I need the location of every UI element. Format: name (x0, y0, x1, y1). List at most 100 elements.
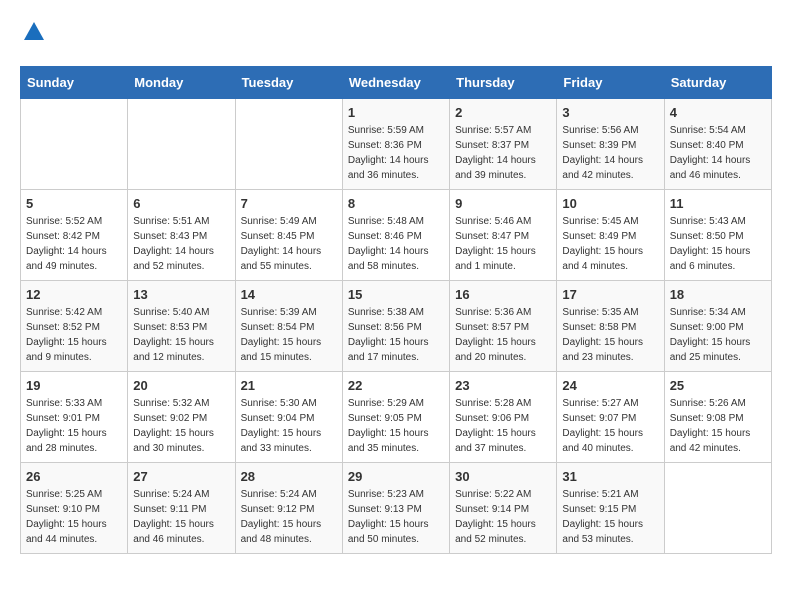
calendar-cell: 17Sunrise: 5:35 AMSunset: 8:58 PMDayligh… (557, 281, 664, 372)
calendar-cell: 16 Sunrise: 5:36 AMSunset: 8:57 PMDayligh… (450, 281, 557, 372)
page-header (20, 20, 772, 50)
day-info: Sunrise: 5:23 AMSunset: 9:13 PMDaylight:… (348, 487, 444, 547)
day-info: Sunrise: 5:56 AMSunset: 8:39 PMDaylight:… (562, 123, 658, 183)
calendar-cell: 9Sunrise: 5:46 AMSunset: 8:47 PMDaylight… (450, 190, 557, 281)
day-info: Sunrise: 5:52 AMSunset: 8:42 PMDaylight:… (26, 214, 122, 274)
calendar-cell: 23 Sunrise: 5:28 AMSunset: 9:06 PMDayligh… (450, 372, 557, 463)
day-info: Sunrise: 5:51 AMSunset: 8:43 PMDaylight:… (133, 214, 229, 274)
day-number: 27 (133, 469, 229, 484)
calendar-cell: 2 Sunrise: 5:57 AMSunset: 8:37 PMDaylight… (450, 99, 557, 190)
day-info: Sunrise: 5:46 AMSunset: 8:47 PMDaylight:… (455, 214, 551, 274)
logo (20, 20, 46, 50)
day-info: Sunrise: 5:54 AMSunset: 8:40 PMDaylight:… (670, 123, 766, 183)
calendar-week-row: 19 Sunrise: 5:33 AMSunset: 9:01 PMDayligh… (21, 372, 772, 463)
day-number: 23 (455, 378, 551, 393)
day-info: Sunrise: 5:27 AMSunset: 9:07 PMDaylight:… (562, 396, 658, 456)
calendar-week-row: 5 Sunrise: 5:52 AMSunset: 8:42 PMDaylight… (21, 190, 772, 281)
day-number: 28 (241, 469, 337, 484)
day-number: 7 (241, 196, 337, 211)
calendar-cell: 26Sunrise: 5:25 AMSunset: 9:10 PMDayligh… (21, 463, 128, 554)
day-info: Sunrise: 5:39 AMSunset: 8:54 PMDaylight:… (241, 305, 337, 365)
calendar-cell: 29 Sunrise: 5:23 AMSunset: 9:13 PMDayligh… (342, 463, 449, 554)
logo-icon (22, 20, 46, 44)
day-info: Sunrise: 5:49 AMSunset: 8:45 PMDaylight:… (241, 214, 337, 274)
calendar-cell (21, 99, 128, 190)
day-number: 15 (348, 287, 444, 302)
calendar-cell: 31 Sunrise: 5:21 AMSunset: 9:15 PMDayligh… (557, 463, 664, 554)
day-info: Sunrise: 5:40 AMSunset: 8:53 PMDaylight:… (133, 305, 229, 365)
day-info: Sunrise: 5:34 AMSunset: 9:00 PMDaylight:… (670, 305, 766, 365)
day-number: 8 (348, 196, 444, 211)
day-number: 4 (670, 105, 766, 120)
day-number: 20 (133, 378, 229, 393)
day-number: 22 (348, 378, 444, 393)
calendar-cell: 4 Sunrise: 5:54 AMSunset: 8:40 PMDaylight… (664, 99, 771, 190)
weekday-header-thursday: Thursday (450, 67, 557, 99)
calendar-cell: 8 Sunrise: 5:48 AMSunset: 8:46 PMDaylight… (342, 190, 449, 281)
day-info: Sunrise: 5:26 AMSunset: 9:08 PMDaylight:… (670, 396, 766, 456)
calendar-cell: 30 Sunrise: 5:22 AMSunset: 9:14 PMDayligh… (450, 463, 557, 554)
calendar-week-row: 12 Sunrise: 5:42 AMSunset: 8:52 PMDayligh… (21, 281, 772, 372)
day-number: 14 (241, 287, 337, 302)
day-info: Sunrise: 5:28 AMSunset: 9:06 PMDaylight:… (455, 396, 551, 456)
day-number: 3 (562, 105, 658, 120)
day-number: 2 (455, 105, 551, 120)
weekday-header-sunday: Sunday (21, 67, 128, 99)
day-info: Sunrise: 5:59 AMSunset: 8:36 PMDaylight:… (348, 123, 444, 183)
weekday-header-tuesday: Tuesday (235, 67, 342, 99)
day-info: Sunrise: 5:25 AMSunset: 9:10 PMDaylight:… (26, 487, 122, 547)
weekday-header-friday: Friday (557, 67, 664, 99)
weekday-header-row: SundayMondayTuesdayWednesdayThursdayFrid… (21, 67, 772, 99)
calendar-cell: 18 Sunrise: 5:34 AMSunset: 9:00 PMDayligh… (664, 281, 771, 372)
day-info: Sunrise: 5:57 AMSunset: 8:37 PMDaylight:… (455, 123, 551, 183)
day-number: 31 (562, 469, 658, 484)
day-number: 5 (26, 196, 122, 211)
calendar-cell: 27 Sunrise: 5:24 AMSunset: 9:11 PMDayligh… (128, 463, 235, 554)
day-number: 18 (670, 287, 766, 302)
calendar-cell: 19 Sunrise: 5:33 AMSunset: 9:01 PMDayligh… (21, 372, 128, 463)
day-info: Sunrise: 5:33 AMSunset: 9:01 PMDaylight:… (26, 396, 122, 456)
calendar-table: SundayMondayTuesdayWednesdayThursdayFrid… (20, 66, 772, 554)
calendar-cell: 7 Sunrise: 5:49 AMSunset: 8:45 PMDaylight… (235, 190, 342, 281)
day-number: 29 (348, 469, 444, 484)
calendar-cell: 3 Sunrise: 5:56 AMSunset: 8:39 PMDaylight… (557, 99, 664, 190)
day-info: Sunrise: 5:29 AMSunset: 9:05 PMDaylight:… (348, 396, 444, 456)
day-info: Sunrise: 5:32 AMSunset: 9:02 PMDaylight:… (133, 396, 229, 456)
calendar-cell: 28Sunrise: 5:24 AMSunset: 9:12 PMDayligh… (235, 463, 342, 554)
day-info: Sunrise: 5:36 AMSunset: 8:57 PMDaylight:… (455, 305, 551, 365)
weekday-header-saturday: Saturday (664, 67, 771, 99)
day-info: Sunrise: 5:22 AMSunset: 9:14 PMDaylight:… (455, 487, 551, 547)
day-number: 12 (26, 287, 122, 302)
calendar-cell: 1Sunrise: 5:59 AMSunset: 8:36 PMDaylight… (342, 99, 449, 190)
weekday-header-monday: Monday (128, 67, 235, 99)
calendar-cell: 13Sunrise: 5:40 AMSunset: 8:53 PMDayligh… (128, 281, 235, 372)
calendar-cell (128, 99, 235, 190)
calendar-week-row: 1Sunrise: 5:59 AMSunset: 8:36 PMDaylight… (21, 99, 772, 190)
calendar-cell: 10Sunrise: 5:45 AMSunset: 8:49 PMDayligh… (557, 190, 664, 281)
day-number: 30 (455, 469, 551, 484)
calendar-cell: 21Sunrise: 5:30 AMSunset: 9:04 PMDayligh… (235, 372, 342, 463)
calendar-cell: 22 Sunrise: 5:29 AMSunset: 9:05 PMDayligh… (342, 372, 449, 463)
calendar-cell: 12 Sunrise: 5:42 AMSunset: 8:52 PMDayligh… (21, 281, 128, 372)
day-info: Sunrise: 5:42 AMSunset: 8:52 PMDaylight:… (26, 305, 122, 365)
day-number: 21 (241, 378, 337, 393)
calendar-cell: 25Sunrise: 5:26 AMSunset: 9:08 PMDayligh… (664, 372, 771, 463)
day-info: Sunrise: 5:43 AMSunset: 8:50 PMDaylight:… (670, 214, 766, 274)
calendar-cell (235, 99, 342, 190)
day-info: Sunrise: 5:24 AMSunset: 9:11 PMDaylight:… (133, 487, 229, 547)
day-number: 16 (455, 287, 551, 302)
day-info: Sunrise: 5:21 AMSunset: 9:15 PMDaylight:… (562, 487, 658, 547)
calendar-cell: 11 Sunrise: 5:43 AMSunset: 8:50 PMDayligh… (664, 190, 771, 281)
day-info: Sunrise: 5:48 AMSunset: 8:46 PMDaylight:… (348, 214, 444, 274)
day-info: Sunrise: 5:45 AMSunset: 8:49 PMDaylight:… (562, 214, 658, 274)
day-number: 11 (670, 196, 766, 211)
day-info: Sunrise: 5:35 AMSunset: 8:58 PMDaylight:… (562, 305, 658, 365)
weekday-header-wednesday: Wednesday (342, 67, 449, 99)
calendar-cell: 15Sunrise: 5:38 AMSunset: 8:56 PMDayligh… (342, 281, 449, 372)
calendar-week-row: 26Sunrise: 5:25 AMSunset: 9:10 PMDayligh… (21, 463, 772, 554)
calendar-cell: 24Sunrise: 5:27 AMSunset: 9:07 PMDayligh… (557, 372, 664, 463)
day-number: 19 (26, 378, 122, 393)
calendar-cell: 14 Sunrise: 5:39 AMSunset: 8:54 PMDayligh… (235, 281, 342, 372)
calendar-cell: 5 Sunrise: 5:52 AMSunset: 8:42 PMDaylight… (21, 190, 128, 281)
day-number: 6 (133, 196, 229, 211)
